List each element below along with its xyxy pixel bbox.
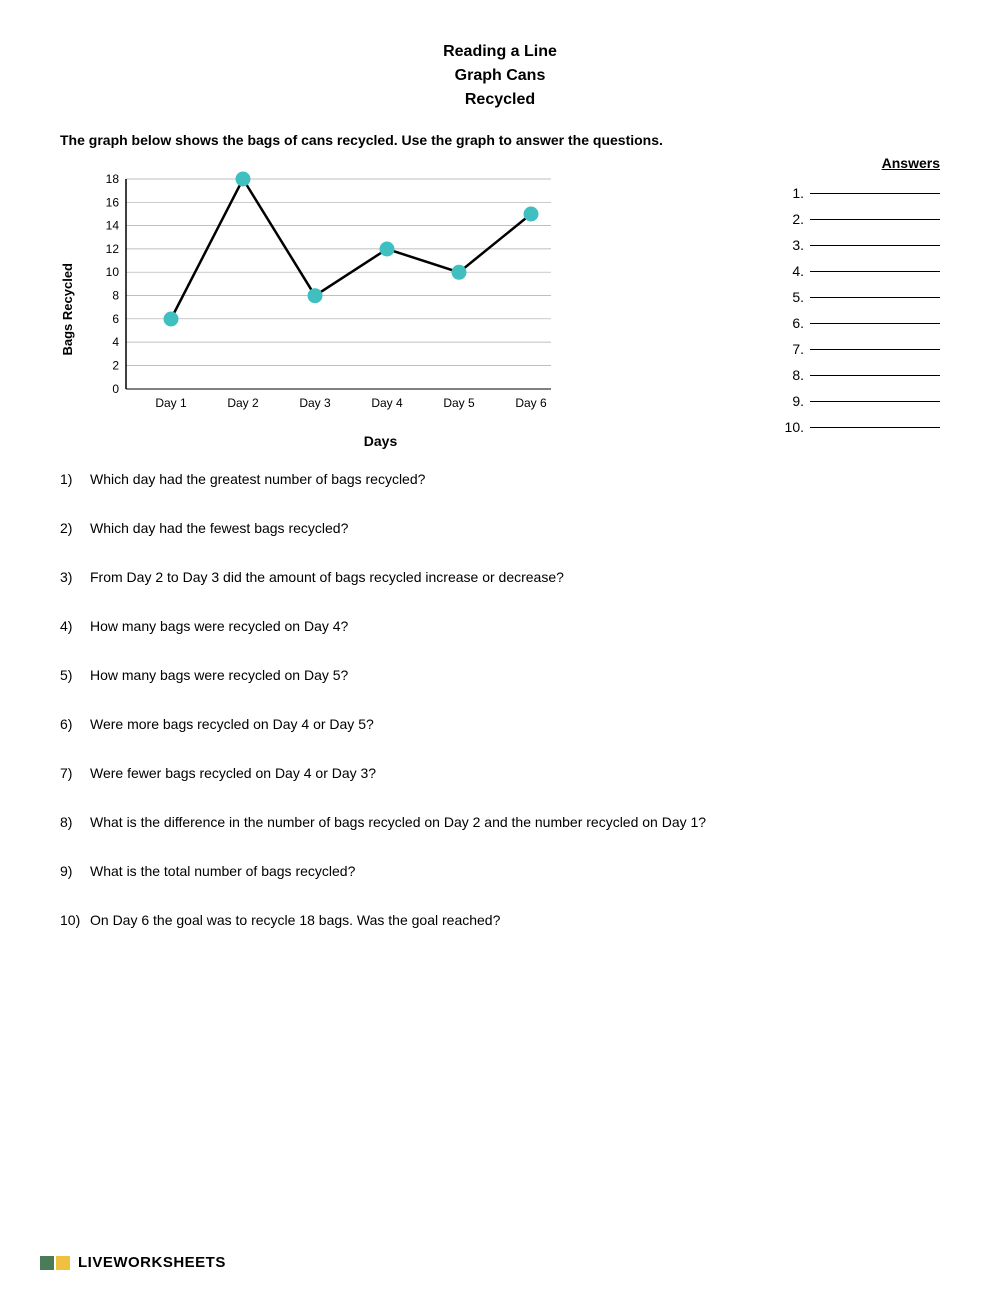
answer-blank xyxy=(810,349,940,350)
question-item: 7) Were fewer bags recycled on Day 4 or … xyxy=(60,763,740,784)
answer-num: 7. xyxy=(782,341,804,357)
svg-text:14: 14 xyxy=(106,219,120,233)
question-text: Were fewer bags recycled on Day 4 or Day… xyxy=(90,763,740,784)
question-number: 4) xyxy=(60,616,90,637)
logo-yellow-square xyxy=(56,1256,70,1270)
svg-text:Day 5: Day 5 xyxy=(443,396,475,410)
svg-text:16: 16 xyxy=(106,195,120,209)
question-number: 6) xyxy=(60,714,90,735)
question-item: 5) How many bags were recycled on Day 5? xyxy=(60,665,740,686)
svg-text:12: 12 xyxy=(106,242,120,256)
question-number: 8) xyxy=(60,812,90,833)
question-text: How many bags were recycled on Day 5? xyxy=(90,665,740,686)
question-number: 9) xyxy=(60,861,90,882)
page-title: Reading a Line Graph Cans Recycled xyxy=(60,40,940,112)
answer-line-item: 10. xyxy=(782,419,940,435)
chart-container: Bags Recycled 0 xyxy=(60,169,680,449)
question-text: What is the total number of bags recycle… xyxy=(90,861,740,882)
question-item: 3) From Day 2 to Day 3 did the amount of… xyxy=(60,567,740,588)
svg-text:Day 6: Day 6 xyxy=(515,396,547,410)
question-text: What is the difference in the number of … xyxy=(90,812,740,833)
question-number: 1) xyxy=(60,469,90,490)
svg-text:6: 6 xyxy=(112,312,119,326)
answer-num: 4. xyxy=(782,263,804,279)
footer-brand-text: LIVEWORKSHEETS xyxy=(78,1254,226,1271)
answer-blank xyxy=(810,323,940,324)
answer-line-item: 4. xyxy=(782,263,940,279)
svg-text:Day 2: Day 2 xyxy=(227,396,259,410)
footer-logo xyxy=(40,1256,70,1270)
answers-label: Answers xyxy=(882,155,940,171)
question-text: How many bags were recycled on Day 4? xyxy=(90,616,740,637)
line-chart: 0 2 4 6 8 10 12 14 16 18 xyxy=(81,169,571,429)
answer-num: 1. xyxy=(782,185,804,201)
question-item: 1) Which day had the greatest number of … xyxy=(60,469,740,490)
logo-green-square xyxy=(40,1256,54,1270)
question-item: 2) Which day had the fewest bags recycle… xyxy=(60,518,740,539)
question-number: 7) xyxy=(60,763,90,784)
answer-line-item: 5. xyxy=(782,289,940,305)
answer-blank xyxy=(810,193,940,194)
question-item: 8) What is the difference in the number … xyxy=(60,812,740,833)
svg-text:Day 3: Day 3 xyxy=(299,396,331,410)
intro-text: The graph below shows the bags of cans r… xyxy=(60,130,680,151)
answer-blank xyxy=(810,375,940,376)
svg-text:0: 0 xyxy=(112,382,119,396)
question-text: Which day had the greatest number of bag… xyxy=(90,469,740,490)
answer-num: 8. xyxy=(782,367,804,383)
svg-text:8: 8 xyxy=(112,289,119,303)
question-item: 6) Were more bags recycled on Day 4 or D… xyxy=(60,714,740,735)
question-text: From Day 2 to Day 3 did the amount of ba… xyxy=(90,567,740,588)
answer-line-item: 6. xyxy=(782,315,940,331)
svg-text:2: 2 xyxy=(112,358,119,372)
answer-num: 10. xyxy=(782,419,804,435)
answer-blank xyxy=(810,245,940,246)
footer: LIVEWORKSHEETS xyxy=(40,1254,226,1271)
answer-num: 2. xyxy=(782,211,804,227)
answer-line-item: 8. xyxy=(782,367,940,383)
answer-blank xyxy=(810,401,940,402)
answer-num: 9. xyxy=(782,393,804,409)
answer-blank xyxy=(810,219,940,220)
answer-blank xyxy=(810,297,940,298)
answer-num: 3. xyxy=(782,237,804,253)
question-number: 5) xyxy=(60,665,90,686)
answer-line-item: 1. xyxy=(782,185,940,201)
questions-section: 1) Which day had the greatest number of … xyxy=(60,469,740,931)
answer-line-item: 3. xyxy=(782,237,940,253)
answer-line-item: 7. xyxy=(782,341,940,357)
svg-text:Day 1: Day 1 xyxy=(155,396,187,410)
answer-blank xyxy=(810,271,940,272)
answer-line-item: 9. xyxy=(782,393,940,409)
answer-line-item: 2. xyxy=(782,211,940,227)
chart-inner: 0 2 4 6 8 10 12 14 16 18 xyxy=(81,169,680,449)
question-text: On Day 6 the goal was to recycle 18 bags… xyxy=(90,910,740,931)
answer-num: 5. xyxy=(782,289,804,305)
svg-text:Day 4: Day 4 xyxy=(371,396,403,410)
question-number: 3) xyxy=(60,567,90,588)
svg-text:10: 10 xyxy=(106,265,120,279)
y-axis-label: Bags Recycled xyxy=(60,263,75,356)
answer-lines: 1. 2. 3. 4. 5. 6. 7. 8. 9. 10. xyxy=(782,185,940,445)
x-axis-label: Days xyxy=(81,433,680,449)
svg-text:18: 18 xyxy=(106,172,120,186)
answer-blank xyxy=(810,427,940,428)
question-item: 10) On Day 6 the goal was to recycle 18 … xyxy=(60,910,740,931)
question-number: 10) xyxy=(60,910,90,931)
answer-num: 6. xyxy=(782,315,804,331)
question-number: 2) xyxy=(60,518,90,539)
question-item: 4) How many bags were recycled on Day 4? xyxy=(60,616,740,637)
question-text: Were more bags recycled on Day 4 or Day … xyxy=(90,714,740,735)
question-item: 9) What is the total number of bags recy… xyxy=(60,861,740,882)
svg-text:4: 4 xyxy=(112,335,119,349)
question-text: Which day had the fewest bags recycled? xyxy=(90,518,740,539)
